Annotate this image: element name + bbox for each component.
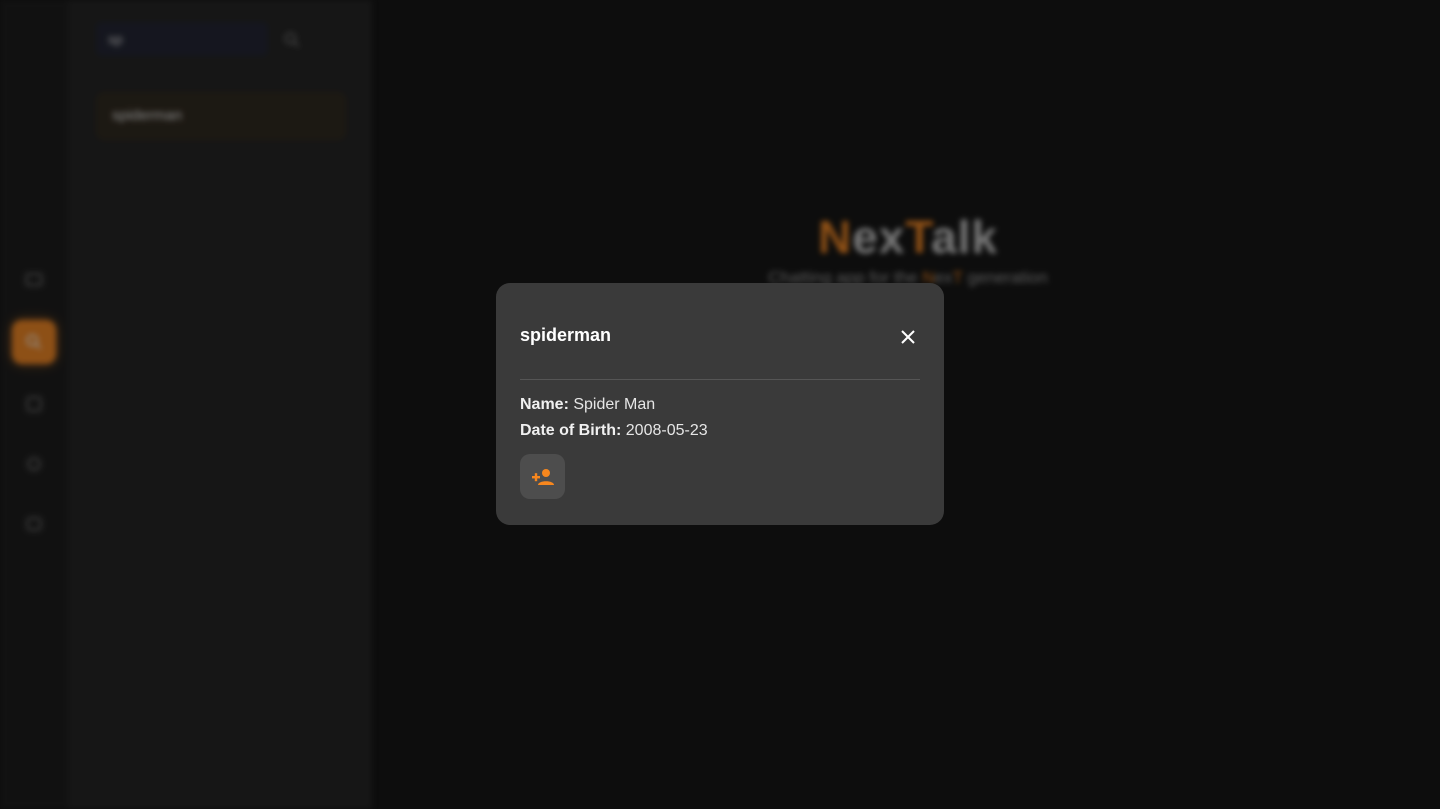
brand-title-ex: ex — [852, 211, 906, 263]
add-person-icon — [531, 468, 554, 485]
profile-icon — [26, 517, 42, 531]
nav-settings-button[interactable] — [12, 442, 56, 486]
name-label: Name: — [520, 396, 569, 413]
close-button[interactable] — [896, 325, 920, 349]
dob-row: Date of Birth: 2008-05-23 — [520, 418, 920, 444]
name-value: Spider Man — [573, 396, 656, 413]
modal-username-title: spiderman — [520, 325, 612, 345]
name-row: Name: Spider Man — [520, 392, 920, 418]
user-profile-modal: spiderman Name: Spider Man Date of Birth… — [496, 283, 944, 525]
modal-header: spiderman — [520, 283, 920, 380]
tagline-text-2: generation — [962, 268, 1048, 287]
add-friend-button[interactable] — [520, 454, 565, 499]
brand-title-n: N — [817, 211, 853, 263]
settings-icon — [27, 457, 41, 471]
brand-title-t: T — [905, 211, 932, 263]
close-icon — [901, 330, 915, 344]
brand-title: NexTalk — [740, 210, 1076, 264]
user-info: Name: Spider Man Date of Birth: 2008-05-… — [520, 392, 920, 444]
brand-title-alk: alk — [931, 211, 999, 263]
contacts-icon — [26, 396, 42, 412]
nav-search-button[interactable] — [12, 320, 56, 364]
dob-label: Date of Birth: — [520, 422, 622, 439]
nav-profile-button[interactable] — [12, 502, 56, 546]
search-icon — [26, 334, 42, 350]
tagline-accent-t: T — [952, 268, 963, 287]
nav-chats-button[interactable] — [12, 258, 56, 302]
search-result-item[interactable]: spiderman — [96, 92, 346, 140]
search-input[interactable]: sp — [96, 22, 268, 56]
dob-value: 2008-05-23 — [625, 422, 708, 439]
search-sidebar: sp spiderman — [68, 0, 372, 809]
brand-block: NexTalk Chatting app for the NexT genera… — [740, 210, 1076, 288]
chat-icon — [25, 273, 43, 286]
nav-contacts-button[interactable] — [12, 382, 56, 426]
nav-rail — [0, 0, 69, 809]
search-icon[interactable] — [282, 30, 302, 50]
